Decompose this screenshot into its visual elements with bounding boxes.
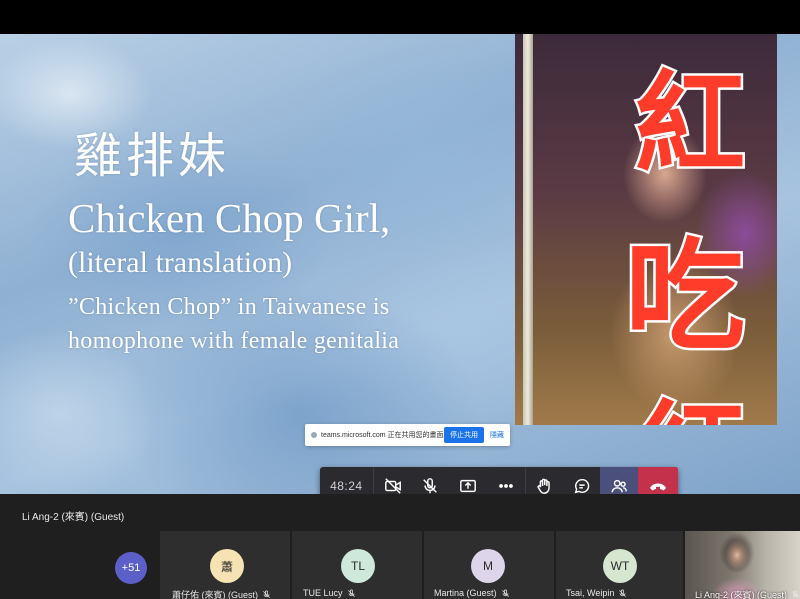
- participant-name: TUE Lucy: [303, 588, 356, 598]
- participant-avatar: M: [471, 549, 505, 583]
- slide-title-chinese: 雞排妹: [74, 128, 231, 184]
- slide-note-line-2: homophone with female genitalia: [68, 328, 400, 354]
- participant-avatar: 蕭: [210, 549, 244, 583]
- active-speaker-label: Li Ang-2 (來賓) (Guest): [22, 512, 125, 523]
- neon-sign-char: 紅: [633, 364, 748, 426]
- screen-share-notification: teams.microsoft.com 正在共用您的畫面。 停止共用 隱藏: [305, 424, 510, 446]
- camera-off-icon: [384, 478, 401, 494]
- participant-avatar: TL: [341, 549, 375, 583]
- share-screen-icon: [460, 479, 477, 493]
- hang-up-icon: [649, 483, 667, 491]
- participant-avatar: WT: [603, 549, 637, 583]
- mic-off-icon: [263, 590, 270, 598]
- mic-off-icon: [619, 589, 627, 597]
- mic-off-icon: [347, 589, 355, 597]
- top-bar: [0, 0, 800, 34]
- neon-sign-char: 紅: [633, 58, 748, 191]
- slide-title-english: Chicken Chop Girl,: [68, 195, 391, 241]
- self-name-label: Li Ang-2 (來賓) (Guest): [695, 590, 788, 599]
- participant-name: Tsai, Weipin: [566, 588, 627, 598]
- hide-notification-link[interactable]: 隱藏: [490, 430, 504, 440]
- mic-off-icon: [501, 589, 509, 597]
- participant-name-label: TUE Lucy: [303, 588, 343, 598]
- participant-name: Li Ang-2 (來賓) (Guest): [695, 588, 800, 599]
- more-icon: [499, 484, 513, 488]
- participant-name: 蕭仔佑 (來賓) (Guest): [172, 588, 271, 599]
- more-participants-badge[interactable]: +51: [115, 552, 147, 584]
- raise-hand-icon: [537, 478, 550, 494]
- slide-subtitle: (literal translation): [68, 246, 293, 279]
- self-video-tile[interactable]: Li Ang-2 (來賓) (Guest): [685, 531, 800, 599]
- slide-note-line-1: ”Chicken Chop” in Taiwanese is: [68, 294, 390, 320]
- mic-off-icon: [423, 478, 438, 494]
- participant-name: Martina (Guest): [434, 588, 510, 598]
- slide-photo: 紅 吃 紅: [515, 34, 777, 425]
- neon-sign-char: 吃: [623, 226, 748, 370]
- chat-icon: [574, 478, 589, 494]
- people-icon: [611, 479, 628, 493]
- photo-door-frame: [523, 34, 533, 425]
- stop-sharing-button[interactable]: 停止共用: [444, 427, 484, 443]
- mic-off-icon: [792, 590, 799, 598]
- participant-name-label: Tsai, Weipin: [566, 588, 615, 598]
- share-notification-text: teams.microsoft.com 正在共用您的畫面。: [321, 432, 444, 439]
- participant-name-label: 蕭仔佑 (來賓) (Guest): [172, 590, 259, 599]
- participant-name-label: Martina (Guest): [434, 588, 497, 598]
- share-indicator-icon: [311, 432, 317, 438]
